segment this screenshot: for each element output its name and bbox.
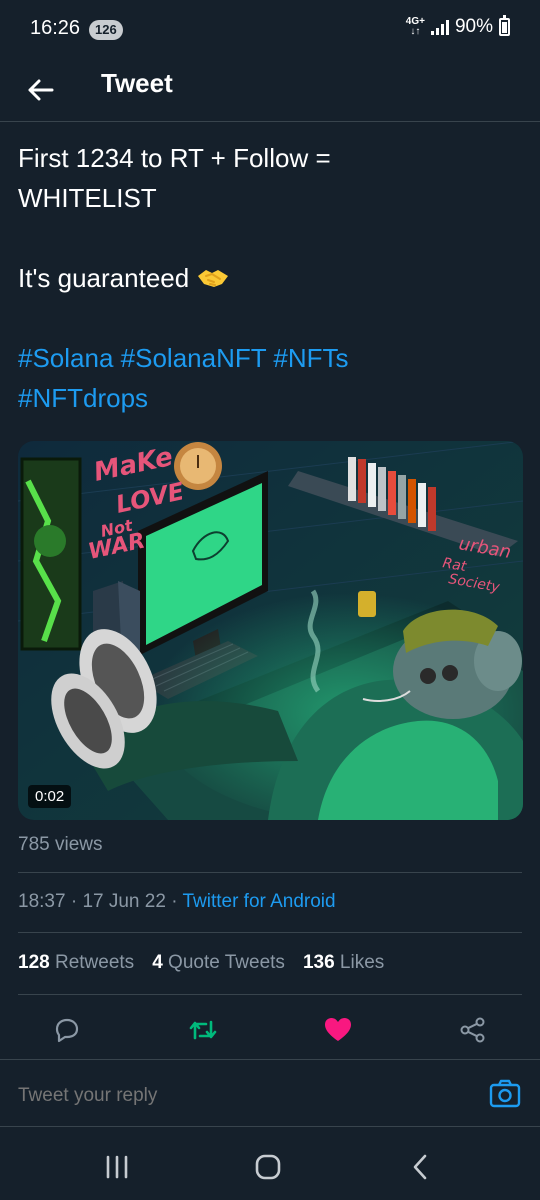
divider — [18, 994, 522, 995]
retweets-stat[interactable]: 128 Retweets — [18, 952, 134, 974]
battery-percent: 90% — [454, 16, 493, 37]
status-bar: 16:26 126 4G+ ↓↑ 90% — [0, 0, 540, 60]
video-artwork: MaKe LOVE Not WAR urban Rat Society — [18, 441, 523, 820]
meta-separator: · — [70, 891, 78, 912]
likes-stat[interactable]: 136 Likes — [303, 952, 384, 974]
header: Tweet — [0, 60, 540, 122]
data-arrows-icon: ↓↑ — [410, 26, 421, 37]
retweet-button[interactable] — [187, 1014, 219, 1046]
network-type-icon: 4G+ ↓↑ — [406, 17, 425, 37]
reply-bar — [0, 1061, 540, 1127]
divider — [18, 932, 522, 933]
page-title: Tweet — [101, 68, 173, 98]
tweet-line: WHITELIST — [18, 183, 157, 213]
camera-icon — [489, 1079, 521, 1108]
tweet-video[interactable]: MaKe LOVE Not WAR urban Rat Society 0:02 — [18, 441, 523, 820]
like-button[interactable] — [322, 1014, 354, 1046]
notification-count-badge: 126 — [89, 20, 123, 40]
tweet-text: First 1234 to RT + Follow = WHITELIST It… — [18, 138, 518, 418]
home-icon — [255, 1154, 281, 1180]
reply-icon — [55, 1018, 79, 1043]
hashtag-link[interactable]: #NFTs — [273, 343, 348, 373]
tweet-date: 17 Jun 22 — [82, 891, 166, 912]
status-time: 16:26 — [30, 17, 81, 39]
recents-icon — [106, 1155, 128, 1179]
share-button[interactable] — [457, 1014, 489, 1046]
back-button[interactable] — [18, 68, 62, 112]
system-nav-bar — [0, 1130, 540, 1200]
view-count[interactable]: 785 views — [18, 834, 103, 856]
engagement-stats: 128 Retweets 4 Quote Tweets 136 Likes — [18, 952, 384, 974]
status-right: 4G+ ↓↑ 90% — [406, 15, 510, 38]
hashtag-link[interactable]: #NFTdrops — [18, 383, 148, 413]
divider — [18, 872, 522, 873]
reply-input[interactable] — [18, 1085, 418, 1107]
tweet-line: First 1234 to RT + Follow = — [18, 143, 331, 173]
signal-icon — [430, 19, 449, 35]
recents-button[interactable] — [97, 1150, 137, 1184]
back-nav-button[interactable] — [400, 1150, 440, 1184]
handshake-icon — [198, 270, 229, 287]
camera-button[interactable] — [488, 1077, 522, 1111]
battery-icon — [499, 15, 510, 36]
quote-tweets-stat[interactable]: 4 Quote Tweets — [152, 952, 285, 974]
likes-label: Likes — [339, 952, 385, 973]
tweet-line: It's guaranteed — [18, 258, 518, 298]
tweet-actions — [0, 1000, 540, 1060]
video-duration-badge: 0:02 — [28, 785, 72, 808]
back-nav-icon — [413, 1154, 427, 1180]
likes-count: 136 — [302, 952, 335, 973]
tweet-time: 18:37 — [18, 891, 66, 912]
home-button[interactable] — [248, 1150, 288, 1184]
quote-tweets-count: 4 — [152, 952, 163, 973]
screen: 16:26 126 4G+ ↓↑ 90% Tweet First 1234 to… — [0, 0, 540, 1200]
tweet-metadata: 18:37 · 17 Jun 22 · Twitter for Android — [18, 891, 336, 913]
retweets-count: 128 — [18, 952, 50, 973]
reply-button[interactable] — [51, 1014, 83, 1046]
like-icon — [325, 1018, 351, 1041]
hashtag-link[interactable]: #SolanaNFT — [121, 343, 267, 373]
meta-separator: · — [171, 891, 178, 912]
tweet-line-text: It's guaranteed — [18, 263, 190, 293]
back-arrow-icon — [28, 79, 54, 101]
hashtag-line: #Solana #SolanaNFT #NFTs — [18, 338, 518, 378]
hashtag-link[interactable]: #Solana — [18, 343, 113, 373]
retweet-icon — [189, 1020, 217, 1040]
tweet-client-link[interactable]: Twitter for Android — [182, 891, 335, 912]
quote-tweets-label: Quote Tweets — [168, 952, 285, 973]
hashtag-line: #NFTdrops — [18, 378, 518, 418]
share-icon — [460, 1017, 485, 1043]
retweets-label: Retweets — [54, 952, 135, 973]
